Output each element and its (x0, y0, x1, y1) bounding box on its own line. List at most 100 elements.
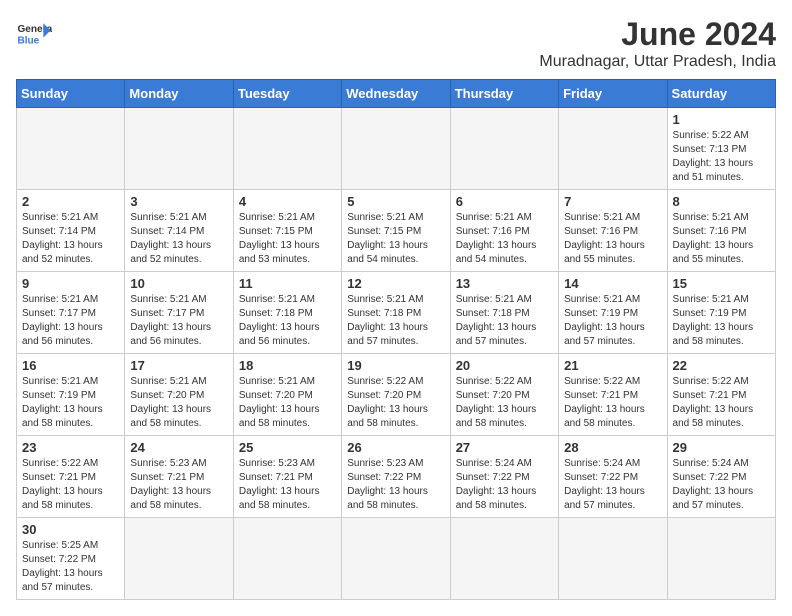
day-number: 20 (456, 358, 553, 373)
calendar-cell (125, 108, 233, 190)
calendar-cell: 8Sunrise: 5:21 AM Sunset: 7:16 PM Daylig… (667, 190, 775, 272)
calendar-week-1: 1 Sunrise: 5:22 AM Sunset: 7:13 PM Daylig… (17, 108, 776, 190)
calendar-cell: 6 Sunrise: 5:21 AM Sunset: 7:16 PM Daylig… (450, 190, 558, 272)
day-number: 4 (239, 194, 336, 209)
day-number: 13 (456, 276, 553, 291)
day-info: Sunrise: 5:22 AM Sunset: 7:21 PM Dayligh… (564, 375, 661, 431)
calendar-cell: 17 Sunrise: 5:21 AM Sunset: 7:20 PM Dayli… (125, 354, 233, 436)
calendar-cell: 18 Sunrise: 5:21 AM Sunset: 7:20 PM Dayli… (233, 354, 341, 436)
day-info: Sunrise: 5:21 AM Sunset: 7:14 PM Dayligh… (130, 211, 227, 267)
calendar-cell: 7 Sunrise: 5:21 AM Sunset: 7:16 PM Daylig… (559, 190, 667, 272)
page-header: General Blue June 2024 Muradnagar, Uttar… (16, 16, 776, 71)
day-info: Sunrise: 5:21 AM Sunset: 7:19 PM Dayligh… (564, 293, 661, 349)
calendar-cell: 1 Sunrise: 5:22 AM Sunset: 7:13 PM Daylig… (667, 108, 775, 190)
calendar-cell (17, 108, 125, 190)
day-info: Sunrise: 5:22 AM Sunset: 7:21 PM Dayligh… (22, 457, 119, 513)
day-info: Sunrise: 5:21 AM Sunset: 7:18 PM Dayligh… (456, 293, 553, 349)
calendar-cell: 15Sunrise: 5:21 AM Sunset: 7:19 PM Dayli… (667, 272, 775, 354)
col-header-tuesday: Tuesday (233, 80, 341, 108)
calendar-table: SundayMondayTuesdayWednesdayThursdayFrid… (16, 79, 776, 600)
day-number: 7 (564, 194, 661, 209)
calendar-cell (559, 518, 667, 600)
calendar-cell (450, 108, 558, 190)
calendar-cell (233, 108, 341, 190)
calendar-cell: 2Sunrise: 5:21 AM Sunset: 7:14 PM Daylig… (17, 190, 125, 272)
day-number: 6 (456, 194, 553, 209)
day-number: 18 (239, 358, 336, 373)
day-info: Sunrise: 5:21 AM Sunset: 7:20 PM Dayligh… (130, 375, 227, 431)
calendar-header-row: SundayMondayTuesdayWednesdayThursdayFrid… (17, 80, 776, 108)
calendar-cell: 19 Sunrise: 5:22 AM Sunset: 7:20 PM Dayli… (342, 354, 450, 436)
logo-icon: General Blue (16, 16, 52, 52)
calendar-week-2: 2Sunrise: 5:21 AM Sunset: 7:14 PM Daylig… (17, 190, 776, 272)
calendar-cell: 24Sunrise: 5:23 AM Sunset: 7:21 PM Dayli… (125, 436, 233, 518)
day-number: 21 (564, 358, 661, 373)
calendar-cell: 21 Sunrise: 5:22 AM Sunset: 7:21 PM Dayli… (559, 354, 667, 436)
calendar-cell: 14 Sunrise: 5:21 AM Sunset: 7:19 PM Dayli… (559, 272, 667, 354)
day-number: 22 (673, 358, 770, 373)
day-number: 5 (347, 194, 444, 209)
col-header-monday: Monday (125, 80, 233, 108)
calendar-cell: 20 Sunrise: 5:22 AM Sunset: 7:20 PM Dayli… (450, 354, 558, 436)
col-header-sunday: Sunday (17, 80, 125, 108)
day-number: 3 (130, 194, 227, 209)
calendar-cell: 26 Sunrise: 5:23 AM Sunset: 7:22 PM Dayli… (342, 436, 450, 518)
day-info: Sunrise: 5:22 AM Sunset: 7:20 PM Dayligh… (347, 375, 444, 431)
day-info: Sunrise: 5:21 AM Sunset: 7:18 PM Dayligh… (347, 293, 444, 349)
calendar-week-3: 9Sunrise: 5:21 AM Sunset: 7:17 PM Daylig… (17, 272, 776, 354)
calendar-week-4: 16 Sunrise: 5:21 AM Sunset: 7:19 PM Dayli… (17, 354, 776, 436)
day-info: Sunrise: 5:21 AM Sunset: 7:19 PM Dayligh… (22, 375, 119, 431)
day-info: Sunrise: 5:22 AM Sunset: 7:20 PM Dayligh… (456, 375, 553, 431)
day-info: Sunrise: 5:21 AM Sunset: 7:16 PM Dayligh… (456, 211, 553, 267)
day-info: Sunrise: 5:23 AM Sunset: 7:22 PM Dayligh… (347, 457, 444, 513)
calendar-cell: 11Sunrise: 5:21 AM Sunset: 7:18 PM Dayli… (233, 272, 341, 354)
day-number: 23 (22, 440, 119, 455)
calendar-week-5: 23 Sunrise: 5:22 AM Sunset: 7:21 PM Dayli… (17, 436, 776, 518)
day-number: 15 (673, 276, 770, 291)
day-number: 12 (347, 276, 444, 291)
calendar-cell (125, 518, 233, 600)
calendar-cell (667, 518, 775, 600)
calendar-cell (342, 108, 450, 190)
day-number: 17 (130, 358, 227, 373)
day-number: 16 (22, 358, 119, 373)
calendar-cell: 3 Sunrise: 5:21 AM Sunset: 7:14 PM Daylig… (125, 190, 233, 272)
calendar-cell: 10Sunrise: 5:21 AM Sunset: 7:17 PM Dayli… (125, 272, 233, 354)
day-number: 30 (22, 522, 119, 537)
day-info: Sunrise: 5:24 AM Sunset: 7:22 PM Dayligh… (673, 457, 770, 513)
day-number: 1 (673, 112, 770, 127)
calendar-cell: 29 Sunrise: 5:24 AM Sunset: 7:22 PM Dayli… (667, 436, 775, 518)
day-info: Sunrise: 5:25 AM Sunset: 7:22 PM Dayligh… (22, 539, 119, 595)
day-info: Sunrise: 5:22 AM Sunset: 7:13 PM Dayligh… (673, 129, 770, 185)
logo: General Blue (16, 16, 52, 52)
col-header-thursday: Thursday (450, 80, 558, 108)
col-header-saturday: Saturday (667, 80, 775, 108)
col-header-friday: Friday (559, 80, 667, 108)
day-number: 26 (347, 440, 444, 455)
calendar-cell: 23 Sunrise: 5:22 AM Sunset: 7:21 PM Dayli… (17, 436, 125, 518)
calendar-week-6: 30 Sunrise: 5:25 AM Sunset: 7:22 PM Dayli… (17, 518, 776, 600)
day-number: 19 (347, 358, 444, 373)
day-number: 11 (239, 276, 336, 291)
day-number: 25 (239, 440, 336, 455)
day-info: Sunrise: 5:23 AM Sunset: 7:21 PM Dayligh… (239, 457, 336, 513)
day-info: Sunrise: 5:21 AM Sunset: 7:16 PM Dayligh… (564, 211, 661, 267)
day-info: Sunrise: 5:21 AM Sunset: 7:17 PM Dayligh… (130, 293, 227, 349)
calendar-cell: 30 Sunrise: 5:25 AM Sunset: 7:22 PM Dayli… (17, 518, 125, 600)
calendar-cell: 4 Sunrise: 5:21 AM Sunset: 7:15 PM Daylig… (233, 190, 341, 272)
day-number: 29 (673, 440, 770, 455)
calendar-cell (233, 518, 341, 600)
day-info: Sunrise: 5:21 AM Sunset: 7:17 PM Dayligh… (22, 293, 119, 349)
title-block: June 2024 Muradnagar, Uttar Pradesh, Ind… (539, 16, 776, 71)
day-info: Sunrise: 5:21 AM Sunset: 7:14 PM Dayligh… (22, 211, 119, 267)
day-info: Sunrise: 5:21 AM Sunset: 7:15 PM Dayligh… (347, 211, 444, 267)
day-number: 14 (564, 276, 661, 291)
month-title: June 2024 (539, 16, 776, 53)
day-info: Sunrise: 5:23 AM Sunset: 7:21 PM Dayligh… (130, 457, 227, 513)
day-info: Sunrise: 5:21 AM Sunset: 7:15 PM Dayligh… (239, 211, 336, 267)
day-info: Sunrise: 5:22 AM Sunset: 7:21 PM Dayligh… (673, 375, 770, 431)
col-header-wednesday: Wednesday (342, 80, 450, 108)
day-info: Sunrise: 5:24 AM Sunset: 7:22 PM Dayligh… (564, 457, 661, 513)
location: Muradnagar, Uttar Pradesh, India (539, 53, 776, 71)
day-info: Sunrise: 5:21 AM Sunset: 7:20 PM Dayligh… (239, 375, 336, 431)
